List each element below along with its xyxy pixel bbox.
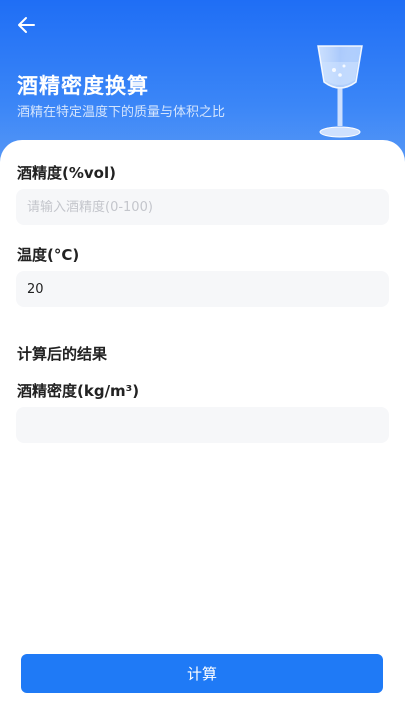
result-section-title: 计算后的结果 [17, 345, 108, 363]
wine-glass-icon [317, 45, 363, 138]
temperature-input[interactable] [27, 281, 378, 297]
back-arrow-icon[interactable] [14, 12, 40, 38]
temperature-label: 温度(°C) [17, 246, 80, 264]
calculate-button[interactable]: 计算 [21, 654, 383, 693]
page-title: 酒精密度换算 [17, 74, 149, 98]
density-label: 酒精密度(kg/m³) [17, 382, 140, 400]
alcohol-field[interactable] [16, 189, 389, 225]
alcohol-input[interactable] [27, 199, 378, 215]
density-result-field [16, 407, 389, 443]
page-subtitle: 酒精在特定温度下的质量与体积之比 [17, 105, 226, 120]
calculate-button-label: 计算 [186, 665, 217, 683]
alcohol-label: 酒精度(%vol) [17, 164, 116, 182]
temperature-field[interactable] [16, 271, 389, 307]
